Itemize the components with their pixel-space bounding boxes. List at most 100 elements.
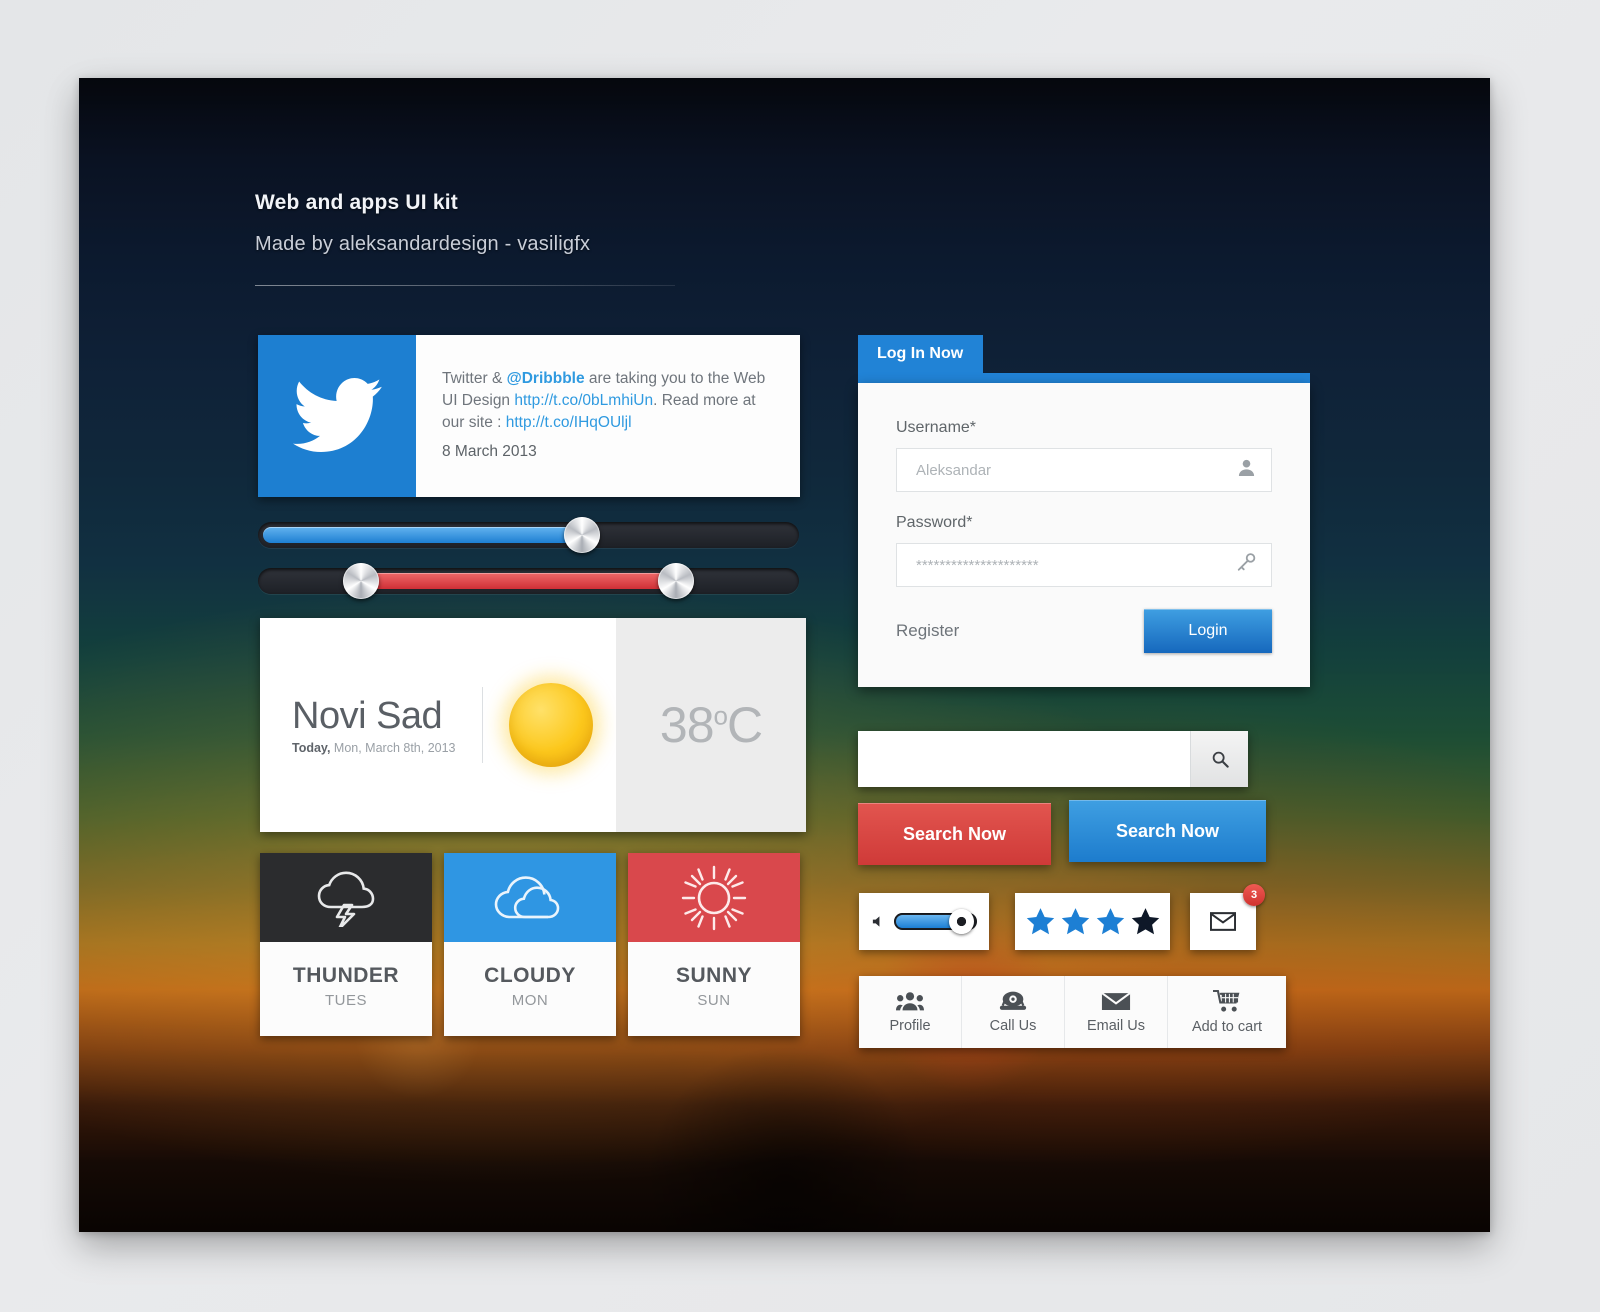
sun-icon: [508, 683, 593, 767]
volume-widget: [859, 893, 989, 950]
forecast-name: SUNNY: [675, 964, 752, 987]
volume-slider[interactable]: [894, 909, 977, 934]
weather-widget: Novi Sad Today, Mon, March 8th, 2013 38o…: [260, 618, 806, 832]
tweet-date: 8 March 2013: [442, 443, 537, 460]
action-profile[interactable]: Profile: [859, 976, 962, 1048]
dribbble-handle[interactable]: @Dribbble: [507, 370, 585, 387]
forecast-label-area: SUNNY SUN: [628, 942, 800, 1036]
tweet-text-1: Twitter &: [442, 370, 507, 387]
username-label: Username*: [896, 419, 977, 436]
weather-city: Novi Sad: [292, 695, 443, 737]
twitter-card-body: Twitter & @Dribbble are taking you to th…: [416, 335, 800, 497]
forecast-name: THUNDER: [292, 964, 400, 987]
blue-slider[interactable]: [258, 517, 799, 553]
password-label: Password*: [896, 514, 973, 531]
forecast-day: SUN: [697, 992, 731, 1009]
forecast-icon-area: [628, 853, 800, 942]
forecast-card-thunder[interactable]: THUNDER TUES: [260, 853, 432, 1036]
search-submit-button[interactable]: [1190, 731, 1248, 787]
user-icon: [1237, 458, 1256, 482]
tweet-link-1[interactable]: http://t.co/0bLmhiUn: [514, 392, 653, 409]
star-icon-4[interactable]: [1130, 906, 1161, 937]
login-accent-strip: [858, 373, 1310, 383]
weather-temperature: 38oC: [659, 696, 763, 754]
forecast-row: THUNDER TUES CLOUDY MON SUNNY SUN: [260, 853, 800, 1036]
star-icon-1[interactable]: [1025, 906, 1056, 937]
envelope-icon: [1210, 912, 1236, 931]
weather-date: Today, Mon, March 8th, 2013: [292, 741, 456, 755]
weather-divider: [481, 687, 483, 763]
temp-value: 38: [659, 697, 715, 753]
header: Web and apps UI kit Made by aleksandarde…: [255, 191, 590, 256]
login-panel: Log In Now Username* Password*: [858, 335, 1310, 687]
login-form: Username* Password* Register Login: [858, 383, 1310, 687]
ui-kit-canvas: Web and apps UI kit Made by aleksandarde…: [79, 78, 1490, 1232]
weather-date-prefix: Today,: [292, 741, 331, 755]
action-call-us[interactable]: Call Us: [962, 976, 1065, 1048]
speaker-icon: [872, 916, 880, 927]
register-link[interactable]: Register: [896, 621, 959, 641]
twitter-logo-panel: [258, 335, 416, 497]
volume-slider-knob[interactable]: [949, 909, 974, 934]
search-now-red-button[interactable]: Search Now: [858, 803, 1051, 865]
red-range-slider[interactable]: [258, 563, 799, 599]
star-rating[interactable]: [1015, 893, 1170, 950]
red-slider-knob-left[interactable]: [343, 563, 379, 599]
action-email-us[interactable]: Email Us: [1065, 976, 1168, 1048]
twitter-bird-icon: [293, 377, 382, 453]
search-input[interactable]: [858, 731, 1190, 787]
cloud-icon: [494, 875, 560, 918]
action-add-to-cart[interactable]: Add to cart: [1168, 976, 1286, 1048]
star-icon-3[interactable]: [1095, 906, 1126, 937]
forecast-icon-area: [260, 853, 432, 942]
search-now-blue-button[interactable]: Search Now: [1069, 800, 1266, 862]
login-footer: Register Login: [896, 609, 1272, 653]
cart-icon: [1212, 989, 1239, 1012]
weather-temp-panel: 38oC: [616, 618, 806, 832]
action-label: Email Us: [1086, 1017, 1145, 1034]
login-button[interactable]: Login: [1144, 609, 1272, 653]
people-icon: [896, 992, 924, 1011]
forecast-card-sunny[interactable]: SUNNY SUN: [628, 853, 800, 1036]
weather-info: Novi Sad Today, Mon, March 8th, 2013: [260, 618, 616, 832]
forecast-name: CLOUDY: [484, 964, 576, 987]
temp-unit: C: [726, 697, 763, 753]
forecast-label-area: CLOUDY MON: [444, 942, 616, 1036]
envelope-icon: [1101, 991, 1131, 1010]
forecast-icon-area: [444, 853, 616, 942]
tweet-link-2[interactable]: http://t.co/IHqOUljl: [506, 414, 632, 431]
action-bar: Profile Call Us Email Us Add to cart: [859, 976, 1286, 1048]
magnifier-icon: [1212, 751, 1229, 768]
forecast-day: MON: [511, 992, 549, 1009]
key-icon: [1236, 553, 1256, 578]
mail-widget[interactable]: 3: [1190, 884, 1265, 950]
page-root: Web and apps UI kit Made by aleksandarde…: [0, 0, 1600, 1312]
tab-login[interactable]: Log In Now: [858, 335, 983, 373]
action-label: Profile: [889, 1018, 931, 1034]
username-input[interactable]: [916, 461, 1225, 479]
temp-degree: o: [713, 700, 729, 731]
blue-slider-fill: [263, 527, 581, 543]
sun-rays-icon: [681, 865, 747, 930]
weather-city-block: Novi Sad Today, Mon, March 8th, 2013: [292, 695, 456, 755]
blue-slider-knob[interactable]: [564, 517, 600, 553]
weather-date-value: Mon, March 8th, 2013: [330, 741, 456, 755]
password-input[interactable]: [916, 556, 1225, 574]
twitter-tweet-text: Twitter & @Dribbble are taking you to th…: [442, 368, 772, 434]
red-slider-knob-right[interactable]: [658, 563, 694, 599]
username-field[interactable]: [896, 448, 1272, 492]
phone-icon: [999, 991, 1027, 1010]
page-subtitle: Made by aleksandardesign - vasiligfx: [255, 233, 591, 255]
star-icon-2[interactable]: [1060, 906, 1091, 937]
password-field[interactable]: [896, 543, 1272, 587]
action-label: Add to cart: [1191, 1018, 1263, 1035]
red-slider-fill: [360, 573, 675, 589]
page-title: Web and apps UI kit: [255, 191, 458, 214]
action-label: Call Us: [989, 1018, 1037, 1034]
forecast-card-cloudy[interactable]: CLOUDY MON: [444, 853, 616, 1036]
mail-badge: 3: [1243, 884, 1265, 906]
forecast-label-area: THUNDER TUES: [260, 942, 432, 1036]
forecast-day: TUES: [324, 992, 367, 1009]
twitter-card: Twitter & @Dribbble are taking you to th…: [258, 335, 800, 497]
search-bar: [858, 731, 1248, 787]
